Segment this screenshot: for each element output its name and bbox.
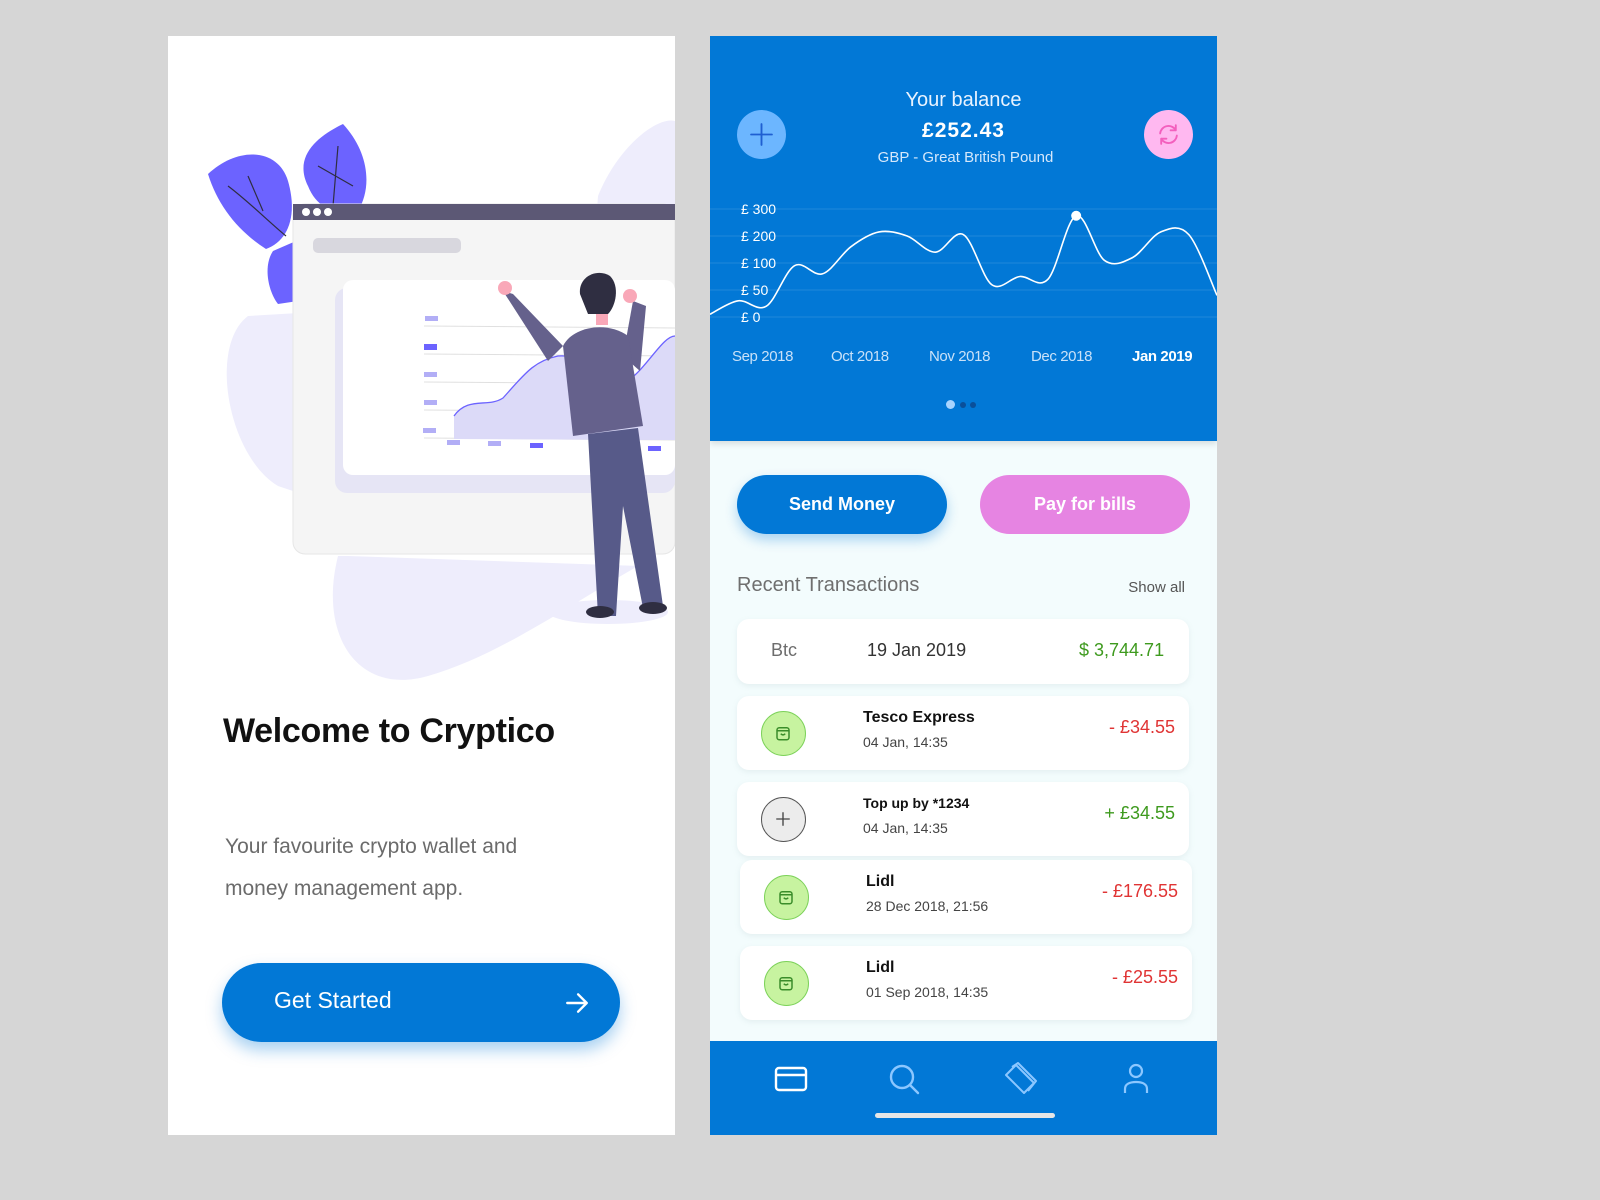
transaction-row[interactable]: Lidl 01 Sep 2018, 14:35 - £25.55 <box>740 946 1192 1020</box>
transaction-time: 04 Jan, 14:35 <box>863 734 948 750</box>
transaction-icon <box>764 875 809 920</box>
refresh-button[interactable] <box>1144 110 1193 159</box>
month-label[interactable]: Nov 2018 <box>929 348 990 365</box>
show-all-link[interactable]: Show all <box>1128 579 1185 596</box>
transaction-icon <box>761 797 806 842</box>
btc-amount: $ 3,744.71 <box>1079 640 1165 660</box>
btc-asset: Btc <box>771 640 798 660</box>
transaction-amount: - £34.55 <box>1108 717 1175 737</box>
transaction-time: 04 Jan, 14:35 <box>863 820 948 836</box>
y-tick-label: £ 50 <box>741 282 768 298</box>
page-dot[interactable] <box>960 402 966 408</box>
welcome-subtitle: Your favourite crypto wallet and money m… <box>225 826 605 910</box>
month-label[interactable]: Oct 2018 <box>831 348 889 365</box>
transaction-icon <box>764 961 809 1006</box>
transaction-time: 28 Dec 2018, 21:56 <box>866 898 989 914</box>
transaction-icon <box>761 711 806 756</box>
browser-titlebar <box>293 204 675 220</box>
bottom-tab-bar <box>710 1041 1217 1135</box>
pay-bills-button[interactable]: Pay for bills <box>980 475 1190 534</box>
y-tick-label: £ 200 <box>741 228 776 244</box>
shopping-bag-icon <box>779 891 793 905</box>
search-icon <box>889 1064 920 1095</box>
balance-line <box>710 214 1217 316</box>
tab-search[interactable] <box>886 1061 922 1097</box>
transaction-name: Tesco Express <box>863 709 975 726</box>
send-money-button[interactable]: Send Money <box>737 475 947 534</box>
welcome-screen: Welcome to Cryptico Your favourite crypt… <box>168 36 675 1135</box>
transaction-amount: + £34.55 <box>1104 803 1175 823</box>
transaction-name: Lidl <box>866 959 895 976</box>
transaction-name: Top up by *1234 <box>863 795 970 811</box>
btc-date: 19 Jan 2019 <box>867 640 967 660</box>
page-dot[interactable] <box>946 400 955 409</box>
transaction-name: Lidl <box>866 873 895 890</box>
plus-icon <box>776 812 790 826</box>
recent-transactions-title: Recent Transactions <box>737 574 920 596</box>
y-tick-label: £ 300 <box>741 201 776 217</box>
transaction-row[interactable]: Top up by *1234 04 Jan, 14:35 + £34.55 <box>737 782 1189 856</box>
welcome-subtitle-line2: money management app. <box>225 877 464 900</box>
tab-wallets[interactable] <box>1002 1061 1038 1097</box>
highlighted-data-point[interactable] <box>1071 210 1082 221</box>
balance-label: Your balance <box>905 89 1022 111</box>
card-icon <box>774 1066 808 1092</box>
user-icon <box>1123 1063 1149 1093</box>
transaction-amount: - £25.55 <box>1111 967 1178 987</box>
shopping-bag-icon <box>779 977 793 991</box>
month-label[interactable]: Jan 2019 <box>1132 348 1193 365</box>
transaction-amount: - £176.55 <box>1101 881 1178 901</box>
balance-currency: GBP - Great British Pound <box>877 149 1054 166</box>
tickets-icon <box>1005 1062 1037 1094</box>
welcome-illustration <box>208 120 675 680</box>
arrow-right-icon <box>566 993 588 1013</box>
month-label[interactable]: Sep 2018 <box>732 348 793 365</box>
month-selector: Sep 2018 Oct 2018 Nov 2018 Dec 2018 Jan 2019 <box>710 348 1217 370</box>
balance-value: £252.43 <box>922 119 1005 142</box>
get-started-button[interactable]: Get Started <box>222 963 620 1042</box>
btc-summary-row[interactable]: Btc 19 Jan 2019 $ 3,744.71 <box>737 619 1189 684</box>
balance-header: Your balance £252.43 GBP - Great British… <box>710 36 1217 441</box>
balance-chart[interactable]: £ 300 £ 200 £ 100 £ 50 £ 0 <box>710 191 1217 341</box>
refresh-icon <box>1159 124 1178 145</box>
tab-profile[interactable] <box>1118 1061 1154 1097</box>
y-tick-label: £ 100 <box>741 255 776 271</box>
transaction-row[interactable]: Lidl 28 Dec 2018, 21:56 - £176.55 <box>740 860 1192 934</box>
month-label[interactable]: Dec 2018 <box>1031 348 1092 365</box>
dashboard-screen: Your balance £252.43 GBP - Great British… <box>710 36 1217 1135</box>
transaction-time: 01 Sep 2018, 14:35 <box>866 984 989 1000</box>
shopping-bag-icon <box>776 727 790 741</box>
y-tick-label: £ 0 <box>741 309 761 325</box>
page-dot[interactable] <box>970 402 976 408</box>
welcome-subtitle-line1: Your favourite crypto wallet and <box>225 835 518 858</box>
tab-cards[interactable] <box>773 1061 809 1097</box>
home-indicator <box>875 1113 1055 1118</box>
welcome-title: Welcome to Cryptico <box>223 712 555 750</box>
transaction-row[interactable]: Tesco Express 04 Jan, 14:35 - £34.55 <box>737 696 1189 770</box>
get-started-label: Get Started <box>274 987 392 1013</box>
